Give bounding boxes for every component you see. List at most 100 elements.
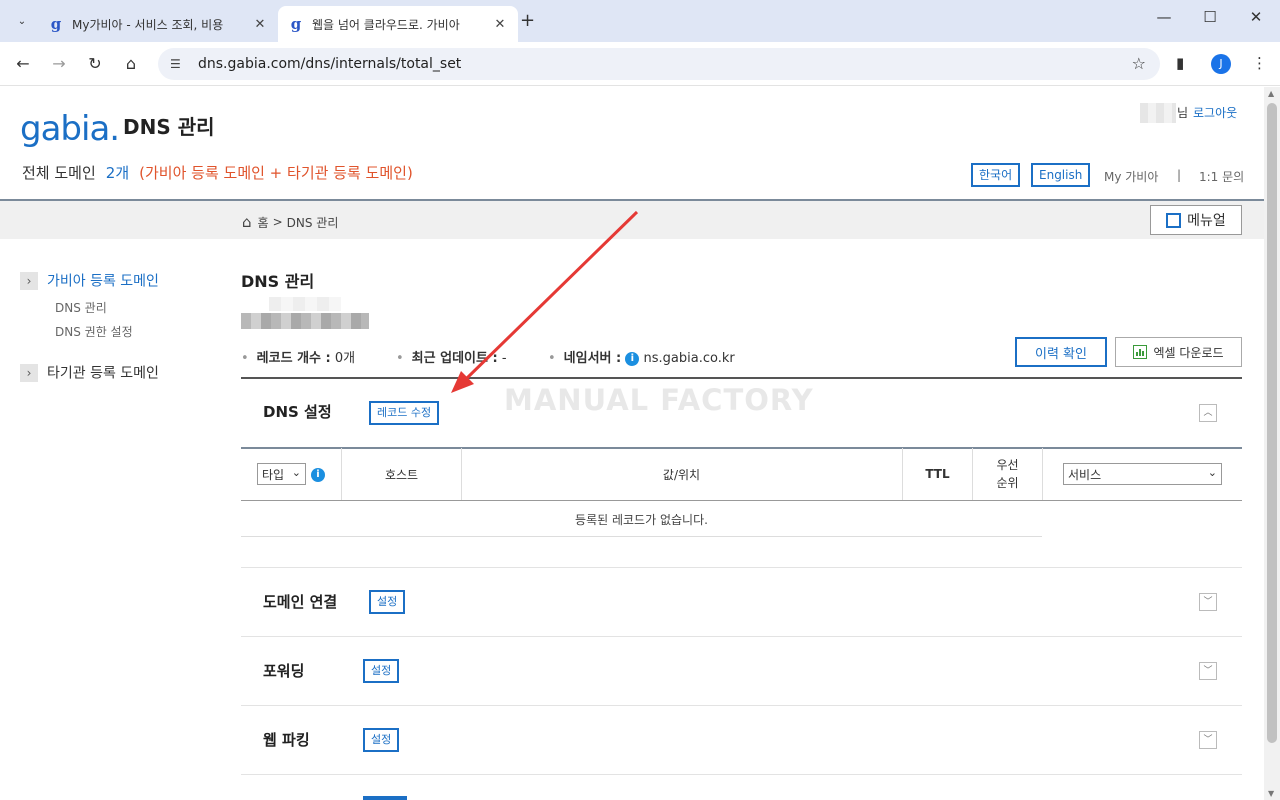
manual-list-icon [1166, 212, 1182, 228]
profile-avatar[interactable]: J [1211, 54, 1231, 74]
table-header-divider [241, 500, 1242, 501]
service-select[interactable]: 서비스 ⌄ [1063, 463, 1222, 485]
chevron-right-icon: › [20, 271, 38, 290]
excel-download-button[interactable]: 엑셀 다운로드 [1115, 337, 1242, 367]
type-info-icon[interactable]: i [311, 468, 325, 482]
close-tab-icon[interactable]: ✕ [492, 17, 508, 32]
close-tab-icon[interactable]: ✕ [252, 17, 268, 32]
tab-search-chevron-icon[interactable]: ⌄ [10, 9, 34, 33]
browser-toolbar: ← → ↻ ⌂ ☰ dns.gabia.com/dns/internals/to… [0, 42, 1280, 86]
top-link-separator: | [1177, 168, 1182, 182]
section-divider [241, 705, 1242, 706]
browser-tab-gabia-active[interactable]: g 웹을 넘어 클라우드로. 가비아 ✕ [278, 6, 518, 42]
lang-korean-button[interactable]: 한국어 [971, 163, 1021, 187]
url-text: dns.gabia.com/dns/internals/total_set [198, 56, 462, 72]
col-priority: 우선 순위 [973, 448, 1042, 500]
browser-tab-strip: ⌄ g My가비아 - 서비스 조회, 비용 ✕ g 웹을 넘어 클라우드로. … [0, 0, 1280, 42]
record-count-label: 레코드 개수 : [256, 351, 331, 366]
address-bar[interactable]: ☰ dns.gabia.com/dns/internals/total_set … [158, 48, 1160, 80]
reload-icon[interactable]: ↻ [84, 54, 106, 73]
sidebar-item-label: 가비아 등록 도메인 [47, 273, 159, 290]
lang-english-button[interactable]: English [1031, 163, 1091, 187]
breadcrumb-sep: > [272, 215, 283, 229]
service-select-value: 서비스 [1068, 467, 1102, 482]
user-name-blurred [1140, 103, 1176, 123]
expand-chevron-down-icon[interactable]: ﹀ [1199, 731, 1217, 749]
tab-title: 웹을 넘어 클라우드로. 가비아 [312, 17, 460, 32]
page-viewport: gabia. DNS 관리 님 로그아웃 전체 도메인 2개 (가비아 등록 도메인… [0, 87, 1264, 800]
empty-records-message: 등록된 레코드가 없습니다. [575, 513, 708, 527]
web-parking-setting-button[interactable]: 설정 [363, 728, 400, 752]
site-info-icon[interactable]: ☰ [170, 57, 188, 71]
breadcrumb-bar: ⌂ 홈 > DNS 관리 메뉴얼 [0, 199, 1264, 239]
domain-count: 2개 [105, 164, 130, 182]
sidebar-sub-dns-permission[interactable]: DNS 권한 설정 [55, 323, 133, 340]
gabia-logo[interactable]: gabia. [20, 109, 120, 149]
sidebar-sub-dns-manage[interactable]: DNS 관리 [55, 299, 107, 316]
forward-arrow-icon[interactable]: → [48, 54, 70, 73]
forwarding-setting-button[interactable]: 설정 [363, 659, 400, 683]
sidebar-item-gabia-domain[interactable]: › 가비아 등록 도메인 [20, 270, 159, 291]
inquiry-link[interactable]: 1:1 문의 [1199, 168, 1244, 185]
tab-title: My가비아 - 서비스 조회, 비용 [72, 17, 224, 32]
col-host: 호스트 [384, 467, 419, 482]
last-update-value: - [501, 351, 507, 366]
web-parking-title: 웹 파킹 [263, 731, 310, 749]
col-sep [1042, 448, 1043, 500]
kebab-menu-icon[interactable]: ⋮ [1252, 54, 1267, 72]
breadcrumb-home[interactable]: 홈 [258, 214, 269, 231]
scrollbar-thumb[interactable] [1267, 103, 1277, 743]
bookmark-star-icon[interactable]: ☆ [1132, 54, 1146, 73]
chevron-right-icon: › [20, 363, 38, 382]
history-button[interactable]: 이력 확인 [1015, 337, 1107, 367]
back-arrow-icon[interactable]: ← [12, 54, 34, 73]
gabia-favicon-icon: g [50, 15, 62, 33]
record-count-value: 0개 [334, 351, 356, 366]
chevron-down-icon: ⌄ [291, 466, 301, 479]
new-tab-button[interactable]: + [520, 10, 535, 31]
minimize-icon[interactable]: — [1152, 8, 1176, 26]
manual-button[interactable]: 메뉴얼 [1150, 205, 1242, 235]
browser-tab-mygabia[interactable]: g My가비아 - 서비스 조회, 비용 ✕ [38, 6, 278, 42]
domain-summary: 전체 도메인 2개 (가비아 등록 도메인 + 타기관 등록 도메인) [22, 162, 413, 183]
home-icon[interactable]: ⌂ [120, 54, 142, 73]
watermark: MANUAL FACTORY [504, 383, 814, 417]
forwarding-title: 포워딩 [263, 662, 305, 680]
table-bottom-divider [241, 536, 1042, 537]
excel-label: 엑셀 다운로드 [1153, 345, 1224, 360]
expand-chevron-down-icon[interactable]: ﹀ [1199, 662, 1217, 680]
page-heading: DNS 관리 [123, 115, 215, 139]
page-scrollbar[interactable]: ▲ ▼ [1264, 87, 1280, 800]
breadcrumb-current: DNS 관리 [286, 215, 339, 230]
section-divider [241, 636, 1242, 637]
nameserver-label: 네임서버 : [563, 351, 622, 366]
sidebar-item-other-domain[interactable]: › 타기관 등록 도메인 [20, 362, 159, 383]
breadcrumb: ⌂ 홈 > DNS 관리 [242, 213, 338, 231]
manual-label: 메뉴얼 [1187, 213, 1226, 229]
logout-link[interactable]: 로그아웃 [1193, 104, 1237, 121]
nameserver: • 네임서버 : i ns.gabia.co.kr [548, 351, 735, 366]
type-select[interactable]: 타입 ⌄ [257, 463, 306, 485]
nameserver-value: ns.gabia.co.kr [643, 351, 735, 366]
col-ttl: TTL [925, 467, 950, 481]
scroll-down-icon[interactable]: ▼ [1268, 789, 1274, 798]
last-update-label: 최근 업데이트 : [411, 351, 498, 366]
info-icon[interactable]: i [625, 351, 640, 366]
collapse-chevron-up-icon[interactable]: ︿ [1199, 404, 1217, 422]
section-top-divider [241, 377, 1242, 379]
user-suffix: 님 [1177, 106, 1189, 120]
home-icon[interactable]: ⌂ [242, 213, 252, 231]
record-count: • 레코드 개수 : 0개 [241, 351, 356, 366]
edit-record-button[interactable]: 레코드 수정 [369, 401, 440, 425]
expand-chevron-down-icon[interactable]: ﹀ [1199, 593, 1217, 611]
scroll-up-icon[interactable]: ▲ [1268, 89, 1274, 98]
gabia-favicon-icon: g [290, 15, 302, 33]
maximize-icon[interactable]: ☐ [1198, 8, 1222, 26]
domain-name-blurred [241, 297, 369, 331]
side-panel-icon[interactable]: ▮ [1176, 54, 1184, 72]
next-section-button-partial[interactable] [363, 796, 407, 800]
my-gabia-link[interactable]: My 가비아 [1104, 168, 1158, 185]
domain-connect-title: 도메인 연결 [263, 593, 338, 611]
close-window-icon[interactable]: ✕ [1244, 8, 1268, 26]
domain-connect-setting-button[interactable]: 설정 [369, 590, 406, 614]
